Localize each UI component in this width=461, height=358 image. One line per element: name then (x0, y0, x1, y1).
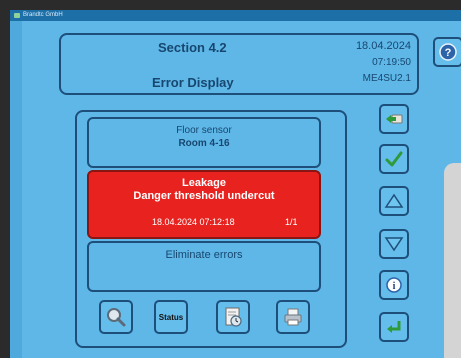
alarm-message: Danger threshold undercut (133, 190, 275, 202)
arrow-up-icon (384, 193, 404, 208)
header-date: 18.04.2024 (355, 40, 411, 52)
side-panel (444, 163, 461, 358)
alarm-counter: 1/1 (285, 217, 298, 227)
svg-text:i: i (393, 281, 396, 292)
main-panel: Floor sensor Room 4-16 Leakage Danger th… (75, 110, 347, 348)
app-logo-icon (14, 13, 20, 18)
help-icon: ? (439, 43, 457, 61)
printer-icon (284, 308, 302, 326)
section-title: Section 4.2 (158, 40, 227, 55)
alarm-timestamp: 18.04.2024 07:12:18 (152, 217, 235, 227)
header-time: 07:19:50 (372, 57, 411, 68)
info-icon: i (386, 277, 402, 293)
up-button[interactable] (379, 186, 409, 216)
alarm-title: Leakage (181, 177, 227, 189)
sensor-label: Floor sensor (176, 125, 232, 136)
screen-title: Error Display (152, 75, 234, 90)
left-strip (10, 21, 22, 358)
eliminate-errors-label: Eliminate errors (165, 249, 243, 261)
status-label: Status (158, 312, 184, 322)
help-button[interactable]: ? (433, 37, 461, 67)
sensor-room: Room 4-16 (178, 138, 230, 149)
header-device: ME4SU2.1 (362, 73, 411, 84)
back-folder-icon (386, 114, 403, 124)
down-button[interactable] (379, 229, 409, 259)
document-clock-icon (225, 307, 242, 327)
eliminate-errors-box[interactable]: Eliminate errors (87, 241, 321, 292)
search-button[interactable] (99, 300, 133, 334)
print-button[interactable] (276, 300, 310, 334)
magnifier-icon (107, 308, 126, 327)
enter-icon (387, 321, 401, 333)
enter-button[interactable] (379, 312, 409, 342)
check-icon (385, 151, 403, 167)
alarm-box[interactable]: Leakage Danger threshold undercut 18.04.… (87, 170, 321, 239)
info-button[interactable]: i (379, 270, 409, 300)
arrow-down-icon (384, 237, 404, 252)
header-panel: Section 4.2 Error Display 18.04.2024 07:… (59, 33, 419, 95)
title-bar: Brandtc GmbH (10, 10, 461, 21)
sensor-box: Floor sensor Room 4-16 (87, 117, 321, 168)
back-button[interactable] (379, 104, 409, 134)
history-button[interactable] (216, 300, 250, 334)
status-button[interactable]: Status (154, 300, 188, 334)
window-title: Brandtc GmbH (23, 12, 63, 18)
confirm-button[interactable] (379, 144, 409, 174)
svg-text:?: ? (445, 47, 452, 59)
